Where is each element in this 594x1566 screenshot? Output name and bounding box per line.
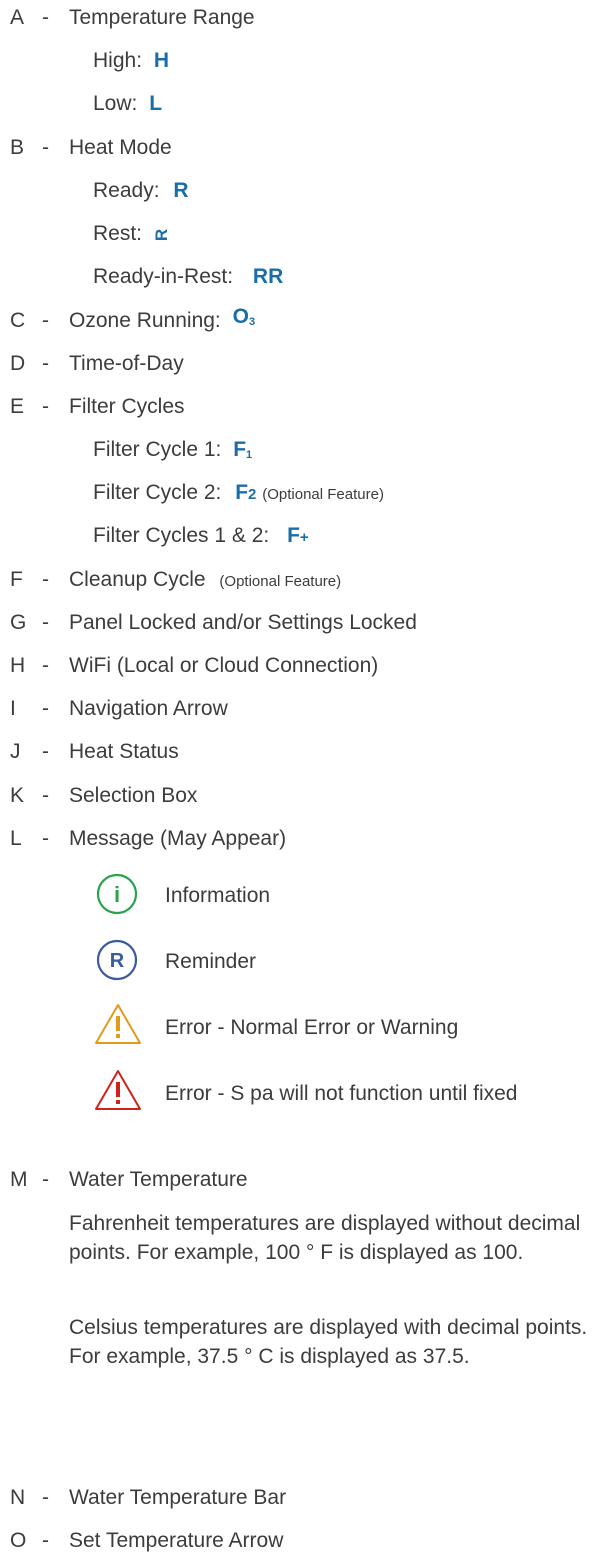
sub-item-label: Filter Cycle 2: — [93, 481, 222, 504]
celsius-note: Celsius temperatures are displayed with … — [69, 1316, 588, 1368]
ozone-symbol: O3 — [233, 305, 255, 328]
item-dash: - — [42, 1486, 49, 1509]
reminder-icon: R — [96, 939, 138, 981]
item-label: Cleanup Cycle (Optional Feature) — [69, 565, 341, 597]
item-letter: A — [10, 6, 25, 29]
item-letter: J — [10, 740, 21, 763]
item-label: Time-of-Day — [69, 352, 184, 375]
item-label: Set Temperature Arrow — [69, 1529, 284, 1552]
item-letter: C — [10, 309, 26, 332]
message-label: Error - Normal Error or Warning — [165, 1016, 459, 1039]
filter-symbol-subscript: 2 — [248, 486, 257, 503]
item-dash: - — [42, 1529, 49, 1552]
message-label: Information — [165, 884, 271, 907]
sub-item-filter-cycle-1: Filter Cycle 1: F1 — [93, 435, 252, 465]
item-label-text: Ozone Running: — [69, 309, 221, 332]
svg-text:R: R — [110, 950, 125, 972]
svg-text:i: i — [114, 882, 120, 907]
item-letter: B — [10, 136, 25, 159]
filter-cycle-2-symbol: F2 — [235, 481, 256, 504]
sub-item-label: Low: — [93, 92, 138, 115]
filter-symbol-subscript: 1 — [246, 449, 253, 461]
item-label: Heat Mode — [69, 136, 172, 159]
sub-item-ready-in-rest: Ready-in-Rest: RR — [93, 262, 283, 292]
item-label: Navigation Arrow — [69, 697, 228, 720]
item-dash: - — [42, 309, 49, 332]
item-label: Message (May Appear) — [69, 827, 287, 850]
item-dash: - — [42, 784, 49, 807]
fahrenheit-note: Fahrenheit temperatures are displayed wi… — [69, 1212, 581, 1264]
sub-item-label: Ready: — [93, 179, 160, 202]
sub-item-label: Filter Cycle 1: — [93, 438, 222, 461]
item-label: Water Temperature — [69, 1168, 248, 1191]
item-dash: - — [42, 136, 49, 159]
item-letter: M — [10, 1168, 28, 1191]
high-symbol: H — [153, 49, 170, 72]
rest-symbol: R — [152, 228, 171, 242]
item-dash: - — [42, 395, 49, 418]
optional-feature-note: (Optional Feature) — [262, 486, 384, 503]
item-dash: - — [42, 654, 49, 677]
item-label-text: Cleanup Cycle — [69, 568, 206, 591]
filter-symbol-letter: F — [235, 481, 249, 504]
item-dash: - — [42, 611, 49, 634]
item-dash: - — [42, 1168, 49, 1191]
item-letter: O — [10, 1529, 27, 1552]
sub-item-ready: Ready: R — [93, 176, 189, 206]
sub-item-high: High: H — [93, 46, 169, 76]
item-letter: D — [10, 352, 26, 375]
ozone-symbol-subscript: 3 — [248, 316, 256, 328]
filter-symbol-letter: F — [233, 438, 247, 461]
sub-item-label: Ready-in-Rest: — [93, 265, 234, 288]
item-letter: E — [10, 395, 25, 418]
filter-symbol-letter: F — [287, 524, 300, 547]
item-label: Selection Box — [69, 784, 198, 807]
item-dash: - — [42, 568, 49, 591]
ready-symbol: R — [173, 179, 189, 202]
item-label: Heat Status — [69, 740, 179, 763]
sub-item-label: Filter Cycles 1 & 2: — [93, 524, 270, 547]
message-label: Error - S pa will not function until fix… — [165, 1082, 518, 1105]
item-letter: K — [10, 784, 25, 807]
sub-item-label: Rest: — [93, 222, 143, 245]
message-label: Reminder — [165, 950, 257, 973]
item-label: Temperature Range — [69, 6, 255, 29]
item-letter: I — [10, 697, 16, 720]
sub-item-filter-cycle-2: Filter Cycle 2: F2 (Optional Feature) — [93, 478, 384, 508]
item-dash: - — [42, 6, 49, 29]
item-label: Panel Locked and/or Settings Locked — [69, 611, 417, 634]
ozone-symbol-letter: O — [232, 305, 249, 328]
error-icon — [95, 1070, 141, 1110]
sub-item-rest: Rest: R — [93, 219, 171, 249]
sub-item-label: High: — [93, 49, 143, 72]
low-symbol: L — [149, 92, 163, 115]
item-letter: H — [10, 654, 26, 677]
item-letter: N — [10, 1486, 26, 1509]
sub-item-low: Low: L — [93, 89, 162, 119]
filter-symbol-subscript: + — [299, 529, 309, 546]
sub-item-filter-cycles-1-2: Filter Cycles 1 & 2: F+ — [93, 521, 309, 551]
item-letter: G — [10, 611, 27, 634]
item-dash: - — [42, 352, 49, 375]
item-letter: F — [10, 568, 23, 591]
item-dash: - — [42, 740, 49, 763]
filter-cycle-1-symbol: F1 — [233, 438, 252, 461]
optional-feature-note: (Optional Feature) — [219, 573, 342, 590]
item-label: Filter Cycles — [69, 395, 185, 418]
info-icon: i — [96, 873, 138, 915]
ready-in-rest-symbol: RR — [252, 265, 284, 288]
item-dash: - — [42, 827, 49, 850]
warning-icon — [95, 1004, 141, 1044]
filter-cycles-both-symbol: F+ — [287, 524, 309, 547]
item-label: Ozone Running: O3 — [69, 305, 255, 339]
item-label: Water Temperature Bar — [69, 1486, 287, 1509]
item-letter: L — [10, 827, 22, 850]
item-dash: - — [42, 697, 49, 720]
item-label: WiFi (Local or Cloud Connection) — [69, 654, 379, 677]
